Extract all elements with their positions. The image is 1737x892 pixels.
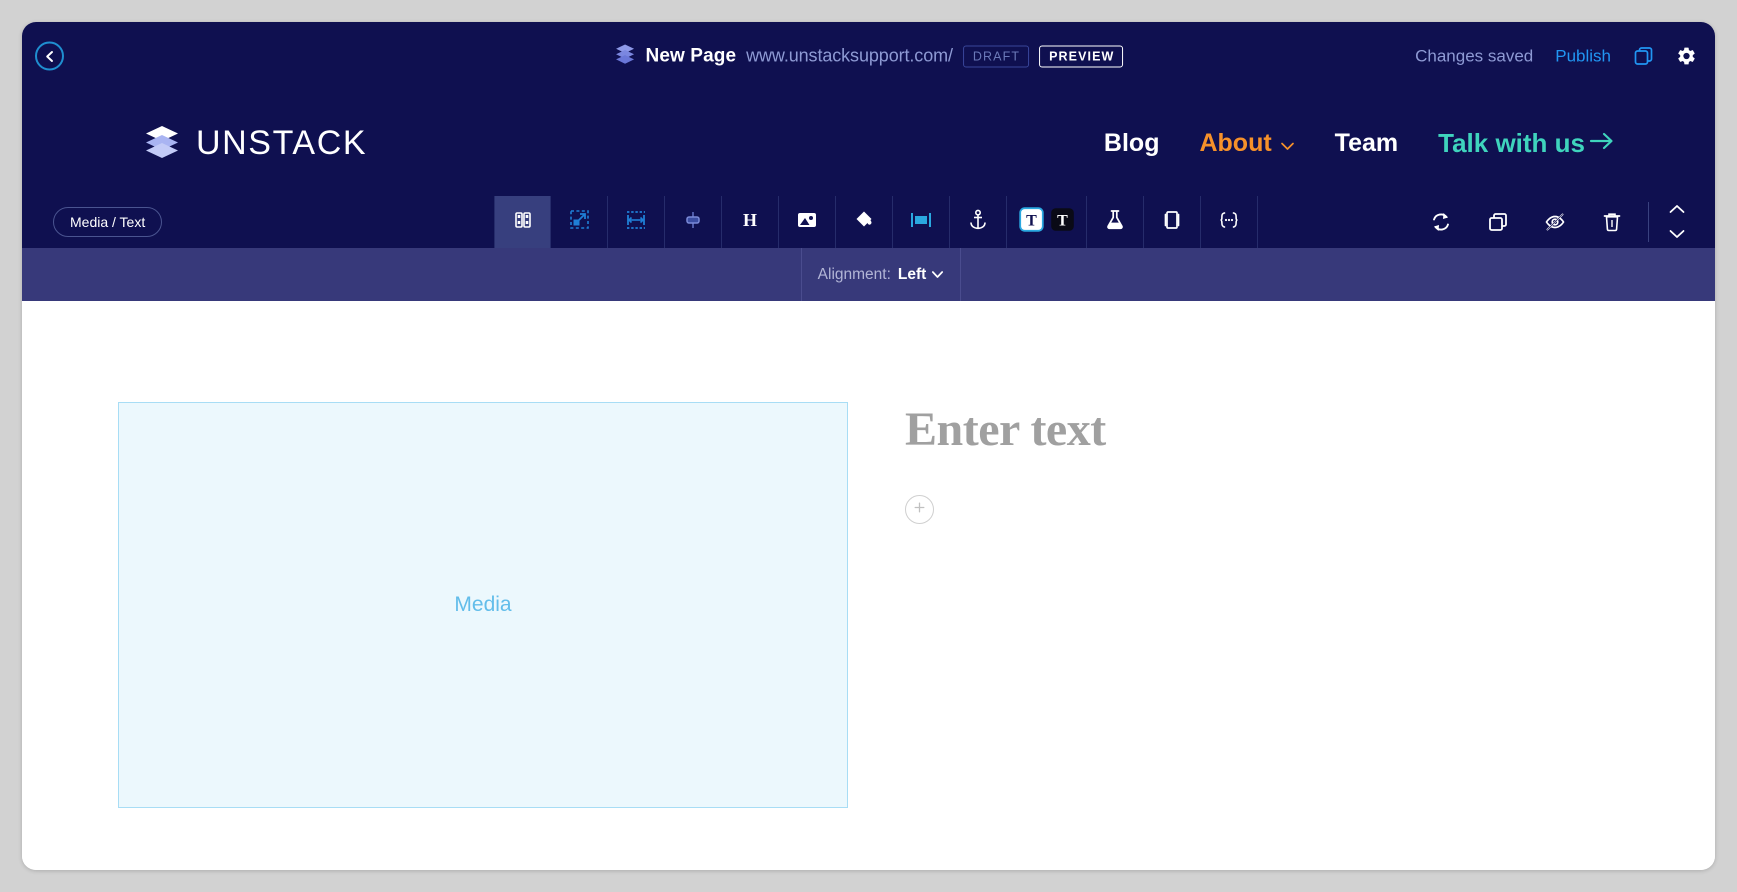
plus-circle-icon [912,500,927,520]
alignment-subbar: Alignment: Left [22,248,1715,301]
page-url: www.unstacksupport.com/ [746,45,953,66]
tool-fill-color[interactable] [836,196,893,248]
tool-image[interactable] [779,196,836,248]
heading-icon: H [740,210,760,235]
duplicate-block-icon[interactable] [1469,196,1526,248]
text-placeholder[interactable]: Enter text [905,402,1106,457]
site-nav-preview: UNSTACK Blog About Team Talk with us [22,90,1715,196]
changes-saved-status: Changes saved [1415,46,1534,65]
refresh-icon[interactable] [1412,196,1469,248]
block-tool-group: H T T [494,196,1258,248]
nav-link-about[interactable]: About [1199,129,1294,158]
image-icon [796,210,818,235]
text-light-icon: T [1018,207,1044,237]
experiment-flask-icon [1105,209,1125,235]
hide-eye-icon[interactable] [1526,196,1583,248]
toolbar-divider [1648,202,1649,242]
chevron-left-icon [43,49,57,63]
tool-code-embed[interactable] [1201,196,1258,248]
slideshow-icon [1161,210,1183,235]
layout-columns-icon [513,210,533,235]
tool-anchor[interactable] [950,196,1007,248]
chevron-down-icon [1280,129,1295,158]
brand-name: UNSTACK [196,123,368,162]
block-actions [1412,196,1697,248]
page-identity: New Page www.unstacksupport.com/ DRAFT P… [614,43,1124,70]
tool-experiment[interactable] [1087,196,1144,248]
block-move-stepper [1657,201,1697,244]
chevron-down-icon[interactable] [1668,226,1686,244]
alignment-label: Alignment: [817,265,891,283]
media-placeholder-block[interactable]: Media [118,402,848,808]
resize-icon [569,209,590,235]
copy-icon[interactable] [1633,46,1654,67]
svg-text:T: T [1057,213,1068,230]
chevron-down-icon [931,266,944,284]
nav-link-blog[interactable]: Blog [1104,129,1160,158]
page-canvas: Media Enter text [22,301,1715,870]
nav-link-label: Team [1334,128,1399,157]
block-toolbar: Media / Text H T T [22,196,1715,248]
arrow-right-icon [1589,128,1615,159]
site-brand[interactable]: UNSTACK [144,123,367,164]
fill-color-icon [854,209,875,235]
nav-cta-label: Talk with us [1438,127,1585,158]
editor-topbar: New Page www.unstacksupport.com/ DRAFT P… [22,22,1715,90]
unstack-stack-icon [614,43,636,70]
anchor-icon [968,209,988,235]
delete-trash-icon[interactable] [1583,196,1640,248]
topbar-actions: Changes saved Publish [1415,46,1697,67]
page-title: New Page [645,45,737,66]
unstack-stack-icon [144,123,180,164]
tool-text-style[interactable]: T T [1007,196,1087,248]
gear-icon[interactable] [1676,46,1697,67]
spacing-width-icon [625,210,647,235]
draft-badge: DRAFT [962,45,1030,67]
code-embed-icon [1217,210,1241,235]
alignment-dropdown[interactable]: Alignment: Left [801,248,961,301]
text-dark-icon: T [1050,207,1075,237]
nav-link-label: About [1199,128,1272,157]
tool-resize[interactable] [551,196,608,248]
block-type-pill[interactable]: Media / Text [53,207,163,237]
back-button[interactable] [35,41,64,71]
tool-layout-columns[interactable] [494,196,551,248]
chevron-up-icon[interactable] [1668,201,1686,219]
nav-cta-talk-with-us[interactable]: Talk with us [1438,128,1615,159]
tool-slideshow[interactable] [1144,196,1201,248]
editor-window: New Page www.unstacksupport.com/ DRAFT P… [22,22,1715,870]
alignment-value: Left [898,266,944,284]
tool-heading[interactable]: H [722,196,779,248]
preview-button[interactable]: PREVIEW [1039,45,1124,67]
add-block-button[interactable] [905,495,934,524]
background-icon [910,211,932,234]
text-block-column: Enter text [905,402,1106,524]
site-nav-links: Blog About Team Talk with us [1104,128,1615,159]
svg-text:T: T [1026,213,1037,230]
nav-link-team[interactable]: Team [1335,129,1398,158]
media-placeholder-label: Media [454,593,512,616]
svg-text:H: H [743,210,757,230]
nav-link-label: Blog [1103,128,1160,157]
vertical-align-icon [682,210,704,235]
publish-button[interactable]: Publish [1555,46,1611,66]
tool-spacing-width[interactable] [608,196,665,248]
tool-background[interactable] [893,196,950,248]
alignment-value-text: Left [897,265,927,283]
tool-vertical-align[interactable] [665,196,722,248]
